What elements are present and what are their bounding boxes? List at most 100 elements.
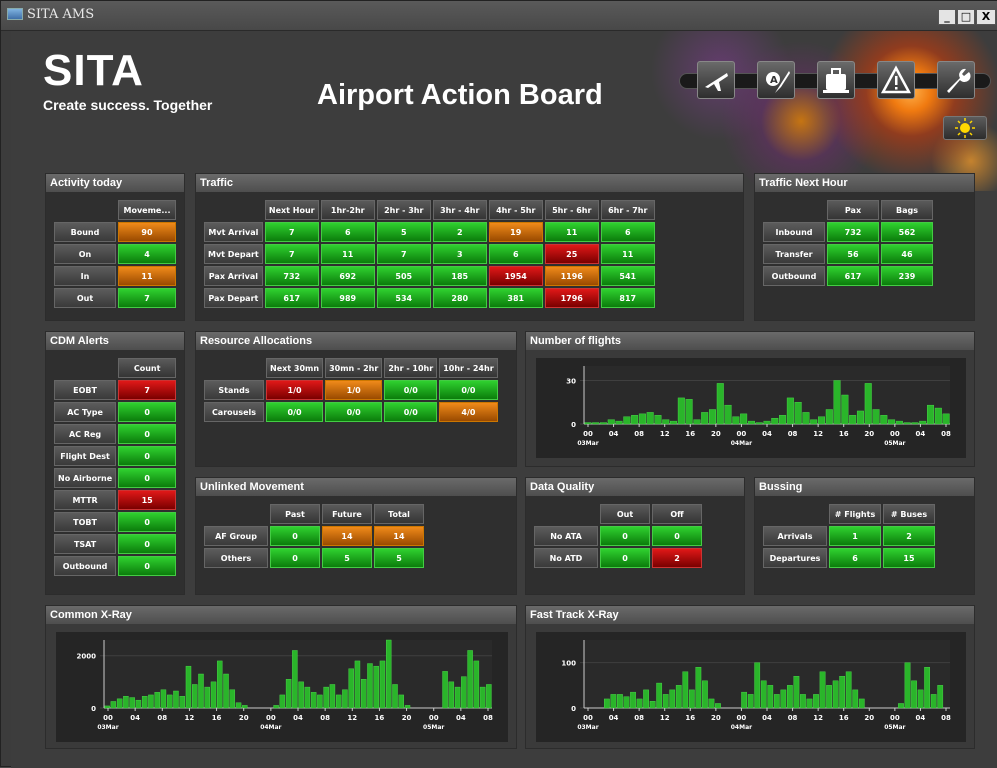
- row-label: Stands: [204, 380, 264, 400]
- x-tick-label: 00: [583, 430, 593, 438]
- x-tick-label: 08: [941, 430, 951, 438]
- x-date-label: 04Mar: [731, 724, 752, 731]
- bar: [323, 686, 329, 709]
- bar: [754, 662, 761, 709]
- traffic-title: Traffic: [196, 174, 743, 192]
- status-cell: 7: [264, 222, 319, 242]
- x-tick-label: 12: [185, 714, 195, 722]
- bar: [110, 701, 117, 709]
- bar: [911, 422, 919, 425]
- warning-icon[interactable]: [877, 61, 915, 99]
- bar: [584, 422, 592, 425]
- status-cell: 817: [600, 288, 655, 308]
- day-night-toggle[interactable]: [943, 116, 987, 140]
- x-tick-label: 08: [634, 430, 644, 438]
- status-cell: 989: [320, 288, 375, 308]
- column-header: # Buses: [883, 504, 935, 524]
- title-bar[interactable]: SITA AMS _ □ X: [1, 1, 997, 31]
- x-tick-label: 08: [320, 714, 330, 722]
- x-tick-label: 04: [762, 714, 772, 722]
- bar: [760, 680, 767, 709]
- status-cell: 11: [118, 266, 176, 286]
- bar: [204, 686, 210, 709]
- x-tick-label: 00: [890, 714, 900, 722]
- bar: [607, 419, 615, 425]
- x-tick-label: 16: [685, 714, 695, 722]
- bar: [473, 660, 480, 709]
- bar: [771, 418, 779, 425]
- wrench-icon[interactable]: [937, 61, 975, 99]
- bar: [888, 419, 896, 425]
- status-cell: 4/0: [439, 402, 498, 422]
- table-row: Outbound 0: [54, 556, 177, 576]
- column-header: Off: [652, 504, 702, 524]
- bar: [617, 694, 623, 709]
- x-tick-label: 04: [456, 714, 466, 722]
- activity-col-header: Moveme...: [118, 200, 176, 220]
- row-label: On: [54, 244, 116, 264]
- maximize-button[interactable]: □: [957, 9, 975, 25]
- bar: [604, 698, 610, 709]
- status-cell: 46: [881, 244, 933, 264]
- bar: [779, 415, 787, 425]
- bar: [148, 694, 154, 709]
- x-tick-label: 12: [813, 714, 823, 722]
- row-label: Arrivals: [763, 526, 827, 546]
- departure-plane-icon[interactable]: [697, 61, 735, 99]
- baggage-icon[interactable]: [817, 61, 855, 99]
- status-cell: 6: [488, 244, 543, 264]
- status-cell: 3: [432, 244, 487, 264]
- x-date-label: 03Mar: [577, 724, 598, 731]
- bar: [702, 680, 708, 709]
- quality-title: Data Quality: [526, 478, 744, 496]
- bar: [392, 684, 398, 709]
- x-tick-label: 16: [839, 430, 849, 438]
- x-date-label: 05Mar: [423, 724, 444, 731]
- x-tick-label: 20: [239, 714, 249, 722]
- bar: [919, 420, 927, 425]
- status-cell: 90: [118, 222, 176, 242]
- table-row: No Airborne 0: [54, 468, 177, 488]
- table-row: Mvt Arrival 7 6 5 2 19 11 6: [204, 222, 655, 242]
- fast-chart-title: Fast Track X-Ray: [526, 606, 974, 624]
- status-cell: 0: [118, 534, 177, 554]
- bar: [298, 681, 304, 709]
- bar: [682, 671, 689, 709]
- bar: [638, 413, 646, 425]
- table-row: Transfer 56 46: [763, 244, 933, 264]
- bar: [715, 703, 721, 709]
- bar: [708, 409, 716, 425]
- activity-panel: Activity today Moveme... Bound 90 On 4 In 11 O…: [45, 173, 185, 321]
- status-cell: 7: [264, 244, 319, 264]
- bar: [285, 679, 292, 709]
- logo-tagline: Create success. Together: [43, 97, 213, 113]
- flights-bar-chart: 30000 04 08 12 16 20 00 04 08 12 16 20 00 04 0803Mar 04…: [566, 366, 951, 447]
- close-button[interactable]: X: [976, 9, 996, 25]
- status-cell: 6: [829, 548, 881, 568]
- bar: [826, 685, 832, 709]
- bar: [716, 383, 724, 425]
- row-label: Pax Depart: [204, 288, 263, 308]
- status-cell: 0: [118, 402, 177, 422]
- minimize-button[interactable]: _: [938, 9, 956, 25]
- x-tick-label: 00: [583, 714, 593, 722]
- row-label: TOBT: [54, 512, 117, 532]
- bar: [934, 407, 942, 425]
- column-header: 2hr - 10hr: [384, 358, 438, 378]
- row-label: Mvt Arrival: [204, 222, 263, 242]
- row-label: No ATD: [534, 548, 598, 568]
- table-row: Others 0 5 5: [204, 548, 424, 568]
- bar: [442, 671, 448, 709]
- bar: [367, 663, 373, 709]
- status-cell: 0/0: [266, 402, 324, 422]
- bar: [166, 694, 173, 709]
- status-cell: 5: [376, 222, 431, 242]
- column-header: 30mn - 2hr: [325, 358, 383, 378]
- airline-code-icon[interactable]: A: [757, 61, 795, 99]
- resource-allocations-panel: Resource Allocations Next 30mn 30mn - 2hr…: [195, 331, 517, 467]
- bar: [348, 668, 354, 709]
- status-cell: 0: [652, 526, 702, 546]
- traffic-next-table: Pax Bags Inbound 732 562 Transfer 56 46 Outboun…: [761, 198, 935, 288]
- table-row: AF Group 0 14 14: [204, 526, 424, 546]
- status-cell: 14: [374, 526, 424, 546]
